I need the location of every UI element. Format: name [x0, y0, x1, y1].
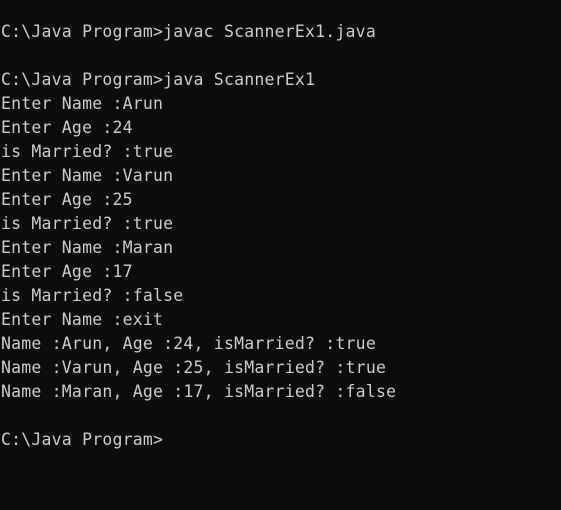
console-window[interactable]: C:\Java Program>javac ScannerEx1.java C:…	[0, 0, 561, 510]
output-line: Name :Maran, Age :17, isMarried? :false	[1, 382, 397, 401]
output-line: Enter Name :Maran	[1, 238, 174, 257]
output-line: Name :Arun, Age :24, isMarried? :true	[1, 334, 376, 353]
output-line: Enter Age :25	[1, 190, 133, 209]
command-line: C:\Java Program>java ScannerEx1	[1, 70, 316, 89]
output-line: is Married? :true	[1, 142, 174, 161]
output-line: Enter Age :17	[1, 262, 133, 281]
output-line: is Married? :true	[1, 214, 174, 233]
output-line: Enter Name :Arun	[1, 94, 164, 113]
output-line: is Married? :false	[1, 286, 184, 305]
output-line: Enter Name :Varun	[1, 166, 174, 185]
output-line: Name :Varun, Age :25, isMarried? :true	[1, 358, 387, 377]
prompt-line[interactable]: C:\Java Program>	[1, 428, 561, 452]
command-line: C:\Java Program>javac ScannerEx1.java	[1, 22, 376, 41]
output-line: Enter Name :exit	[1, 310, 164, 329]
output-line: Enter Age :24	[1, 118, 133, 137]
